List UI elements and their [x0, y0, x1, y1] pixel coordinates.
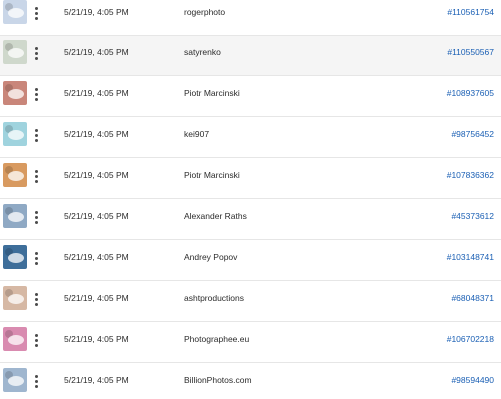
- asset-thumbnail[interactable]: [3, 286, 27, 310]
- date-text: 5/21/19, 4:05 PM: [64, 88, 129, 98]
- author-name: Photographee.eu: [184, 334, 250, 344]
- list-item[interactable]: 5/21/19, 4:05 PM ashtproductions #680483…: [0, 282, 501, 322]
- asset-thumbnail[interactable]: [3, 122, 27, 146]
- more-options-icon[interactable]: [34, 211, 38, 225]
- asset-thumbnail[interactable]: [3, 0, 27, 24]
- list-item[interactable]: 5/21/19, 4:05 PM Photographee.eu #106702…: [0, 323, 501, 363]
- asset-thumbnail[interactable]: [3, 163, 27, 187]
- more-options-icon[interactable]: [34, 375, 38, 389]
- more-options-icon[interactable]: [34, 252, 38, 266]
- asset-id-link[interactable]: #68048371: [451, 293, 494, 303]
- author-name: Piotr Marcinski: [184, 170, 240, 180]
- date-text: 5/21/19, 4:05 PM: [64, 170, 129, 180]
- list-item[interactable]: 5/21/19, 4:05 PM kei907 #98756452: [0, 118, 501, 158]
- list-item[interactable]: 5/21/19, 4:05 PM satyrenko #110550567: [0, 36, 501, 76]
- asset-thumbnail[interactable]: [3, 327, 27, 351]
- date-text: 5/21/19, 4:05 PM: [64, 293, 129, 303]
- list-item[interactable]: 5/21/19, 4:05 PM Piotr Marcinski #107836…: [0, 159, 501, 199]
- more-options-icon[interactable]: [34, 170, 38, 184]
- list-item[interactable]: 5/21/19, 4:05 PM BillionPhotos.com #9859…: [0, 364, 501, 399]
- author-name: Alexander Raths: [184, 211, 247, 221]
- list-item[interactable]: 5/21/19, 4:05 PM rogerphoto #110561754: [0, 0, 501, 36]
- more-options-icon[interactable]: [34, 129, 38, 143]
- author-name: BillionPhotos.com: [184, 375, 252, 385]
- author-name: Piotr Marcinski: [184, 88, 240, 98]
- asset-thumbnail[interactable]: [3, 245, 27, 269]
- asset-id-link[interactable]: #110550567: [447, 47, 494, 57]
- asset-id-link[interactable]: #110561754: [447, 7, 494, 17]
- asset-thumbnail[interactable]: [3, 204, 27, 228]
- list-item[interactable]: 5/21/19, 4:05 PM Piotr Marcinski #108937…: [0, 77, 501, 117]
- asset-id-link[interactable]: #103148741: [447, 252, 494, 262]
- date-text: 5/21/19, 4:05 PM: [64, 211, 129, 221]
- list-item[interactable]: 5/21/19, 4:05 PM Alexander Raths #453736…: [0, 200, 501, 240]
- more-options-icon[interactable]: [34, 47, 38, 61]
- more-options-icon[interactable]: [34, 293, 38, 307]
- asset-thumbnail[interactable]: [3, 368, 27, 392]
- date-text: 5/21/19, 4:05 PM: [64, 375, 129, 385]
- author-name: satyrenko: [184, 47, 221, 57]
- asset-id-link[interactable]: #108937605: [447, 88, 494, 98]
- asset-list: 5/21/19, 4:05 PM rogerphoto #110561754 5…: [0, 0, 501, 399]
- date-text: 5/21/19, 4:05 PM: [64, 129, 129, 139]
- date-text: 5/21/19, 4:05 PM: [64, 7, 129, 17]
- asset-id-link[interactable]: #107836362: [447, 170, 494, 180]
- more-options-icon[interactable]: [34, 88, 38, 102]
- date-text: 5/21/19, 4:05 PM: [64, 47, 129, 57]
- asset-id-link[interactable]: #98756452: [451, 129, 494, 139]
- more-options-icon[interactable]: [34, 7, 38, 21]
- date-text: 5/21/19, 4:05 PM: [64, 334, 129, 344]
- author-name: Andrey Popov: [184, 252, 238, 262]
- asset-id-link[interactable]: #45373612: [451, 211, 494, 221]
- author-name: kei907: [184, 129, 210, 139]
- date-text: 5/21/19, 4:05 PM: [64, 252, 129, 262]
- asset-id-link[interactable]: #106702218: [447, 334, 494, 344]
- more-options-icon[interactable]: [34, 334, 38, 348]
- author-name: rogerphoto: [184, 7, 226, 17]
- asset-thumbnail[interactable]: [3, 81, 27, 105]
- list-item[interactable]: 5/21/19, 4:05 PM Andrey Popov #103148741: [0, 241, 501, 281]
- asset-thumbnail[interactable]: [3, 40, 27, 64]
- asset-id-link[interactable]: #98594490: [451, 375, 494, 385]
- author-name: ashtproductions: [184, 293, 245, 303]
